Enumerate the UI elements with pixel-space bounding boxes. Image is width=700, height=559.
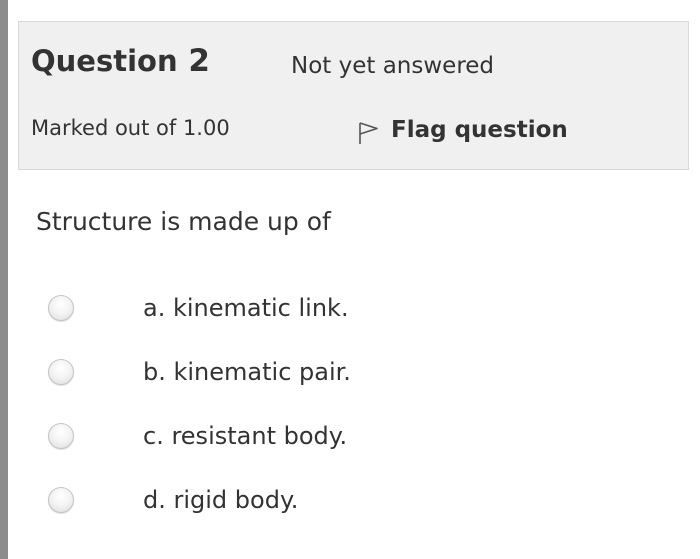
radio-button-b[interactable]	[48, 359, 74, 385]
question-info-panel: Question 2 Not yet answered Marked out o…	[18, 21, 689, 170]
answer-option-b[interactable]: b. kinematic pair.	[48, 352, 648, 392]
radio-button-d[interactable]	[48, 487, 74, 513]
answer-option-a[interactable]: a. kinematic link.	[48, 288, 648, 328]
question-number: 2	[188, 43, 210, 79]
left-border-rule	[0, 0, 8, 559]
answer-label-d[interactable]: d. rigid body.	[143, 485, 298, 515]
answer-option-c[interactable]: c. resistant body.	[48, 416, 648, 456]
question-text: Structure is made up of	[36, 207, 331, 236]
question-number-heading: Question 2	[31, 41, 210, 81]
answer-label-b[interactable]: b. kinematic pair.	[143, 357, 351, 387]
answer-label-a[interactable]: a. kinematic link.	[143, 293, 349, 323]
question-heading-word: Question	[31, 44, 178, 78]
answer-label-c[interactable]: c. resistant body.	[143, 421, 347, 451]
question-grade: Marked out of 1.00	[31, 116, 230, 140]
flag-question-link[interactable]: Flag question	[357, 115, 568, 145]
radio-button-a[interactable]	[48, 295, 74, 321]
question-state: Not yet answered	[291, 53, 495, 79]
radio-button-c[interactable]	[48, 423, 74, 449]
flag-question-label: Flag question	[391, 117, 568, 143]
flag-outline-icon	[357, 121, 379, 145]
answer-option-d[interactable]: d. rigid body.	[48, 480, 648, 520]
